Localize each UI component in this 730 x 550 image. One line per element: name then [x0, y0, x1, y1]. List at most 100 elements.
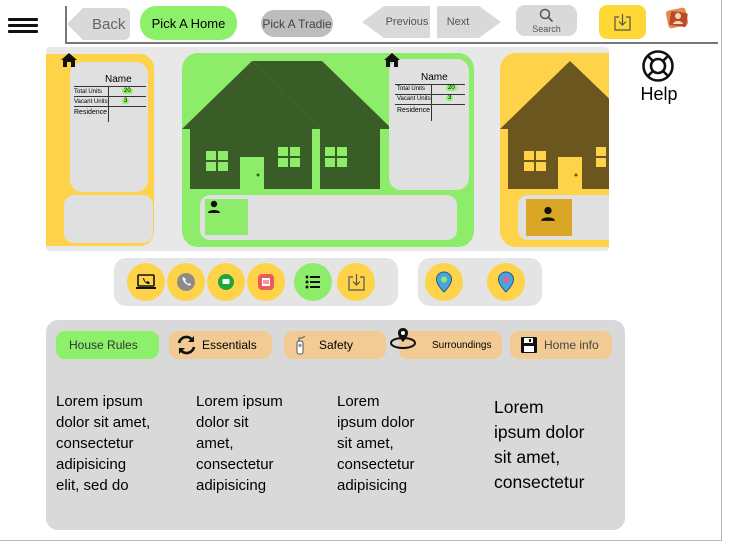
- agent-photo: [205, 199, 248, 235]
- previous-button[interactable]: Previous: [384, 6, 430, 38]
- back-button[interactable]: Back: [83, 8, 130, 40]
- vacant-units-value: 3: [446, 95, 454, 101]
- home-details-panel: Name Total Units 20 Vacant Units 3 Resid…: [70, 62, 148, 192]
- text-line: consectetur: [56, 435, 134, 452]
- text-line: adipisicing: [196, 477, 267, 494]
- calendar-icon: [258, 274, 274, 290]
- text-line: ipsum dolor: [494, 422, 585, 442]
- map-pin-icon: [390, 328, 416, 349]
- text-line: adipisicing: [337, 477, 408, 494]
- next-arrow-icon[interactable]: [479, 6, 501, 38]
- tab-surroundings[interactable]: Surroundings: [390, 328, 502, 359]
- content-column-2: Lorem ipsum dolor sit amet, consectetur …: [196, 391, 326, 496]
- vacant-units-label: Vacant Units: [74, 99, 108, 105]
- search-button[interactable]: Search: [516, 5, 577, 36]
- home-details-panel: Name Total Units 20 Vacant Units 3 Resid…: [389, 59, 469, 190]
- house-illustration: [182, 61, 392, 193]
- house-icon: [384, 53, 400, 67]
- vacant-units-value: 3: [122, 98, 130, 104]
- header-rule: [65, 42, 718, 44]
- text-line: Lorem ipsum: [56, 393, 143, 410]
- previous-arrow-icon[interactable]: [362, 6, 384, 38]
- text-line: consectetur: [337, 456, 415, 473]
- location-pin-icon: [497, 271, 515, 293]
- residence-label: Residence: [397, 107, 431, 114]
- content-column-3: Lorem ipsum dolor sit amet, consectetur …: [337, 391, 467, 496]
- phone-button[interactable]: [167, 263, 205, 301]
- back-button-label: Back: [92, 16, 126, 33]
- laptop-icon: [136, 274, 156, 289]
- home-card-right[interactable]: [500, 53, 609, 247]
- residence-label: Residence: [74, 109, 108, 116]
- nearby-button[interactable]: [487, 263, 525, 301]
- text-line: consectetur: [494, 472, 585, 492]
- home-card-left[interactable]: Name Total Units 20 Vacant Units 3 Resid…: [46, 54, 154, 246]
- pick-home-label: Pick A Home: [151, 15, 226, 31]
- contact-panel: [64, 195, 153, 243]
- tab-surroundings-label: Surroundings: [432, 339, 492, 351]
- total-units-label: Total Units: [74, 89, 103, 95]
- tab-essentials-label: Essentials: [202, 338, 257, 352]
- search-icon: [539, 8, 554, 23]
- chat-icon: [218, 274, 234, 290]
- person-icon: [208, 200, 220, 213]
- total-units-value: 20: [122, 88, 133, 94]
- location-pin-icon: [435, 271, 453, 293]
- contact-actions-bar: [114, 258, 398, 306]
- video-call-button[interactable]: [127, 263, 165, 301]
- download-icon: [347, 273, 365, 291]
- person-icon: [541, 206, 555, 221]
- text-line: elit, sed do: [56, 477, 129, 494]
- text-line: amet,: [196, 435, 234, 452]
- list-button[interactable]: [294, 263, 332, 301]
- contact-panel: [518, 195, 609, 240]
- tab-essentials[interactable]: Essentials: [169, 331, 272, 359]
- tab-house-rules-label: House Rules: [69, 338, 138, 352]
- next-button[interactable]: Next: [437, 6, 479, 38]
- home-name-label: Name: [421, 72, 448, 83]
- tab-home-info-label: Home info: [544, 338, 599, 352]
- content-column-1: Lorem ipsum dolor sit amet, consectetur …: [56, 391, 186, 496]
- profile-icon[interactable]: [664, 5, 692, 31]
- tab-home-info[interactable]: Home info: [510, 331, 612, 359]
- tab-house-rules[interactable]: House Rules: [56, 331, 159, 359]
- tab-safety[interactable]: Safety: [284, 331, 386, 359]
- house-illustration: [500, 61, 609, 193]
- text-line: Lorem ipsum: [196, 393, 283, 410]
- lifebuoy-icon: [642, 50, 674, 82]
- agent-photo: [526, 199, 572, 236]
- extinguisher-icon: [296, 335, 306, 355]
- text-line: sit amet,: [337, 435, 394, 452]
- pick-tradie-button[interactable]: Pick A Tradie: [261, 10, 333, 37]
- pick-tradie-label: Pick A Tradie: [262, 16, 332, 31]
- home-name-label: Name: [105, 74, 132, 85]
- vacant-units-label: Vacant Units: [397, 96, 431, 102]
- location-button[interactable]: [425, 263, 463, 301]
- download-icon: [614, 14, 631, 31]
- save-icon: [521, 337, 537, 353]
- help-label: Help: [640, 84, 678, 104]
- text-line: adipisicing: [56, 456, 127, 473]
- location-actions-bar: [418, 258, 542, 306]
- list-icon: [305, 275, 320, 289]
- home-carousel[interactable]: Name Total Units 20 Vacant Units 3 Resid…: [46, 47, 609, 251]
- info-panel: House Rules Essentials Safety Surroundin…: [46, 320, 625, 530]
- pick-home-button[interactable]: Pick A Home: [140, 6, 237, 40]
- text-line: Lorem: [337, 393, 380, 410]
- calendar-button[interactable]: [247, 263, 285, 301]
- total-units-value: 20: [446, 85, 457, 91]
- house-icon: [61, 53, 77, 67]
- text-line: consectetur: [196, 456, 274, 473]
- download-button[interactable]: [599, 5, 646, 39]
- back-arrow-icon[interactable]: [67, 8, 83, 40]
- home-card-center[interactable]: Name Total Units 20 Vacant Units 3 Resid…: [182, 53, 474, 247]
- chat-button[interactable]: [207, 263, 245, 301]
- text-line: sit amet,: [494, 447, 561, 467]
- help-button[interactable]: Help: [637, 49, 681, 107]
- total-units-label: Total Units: [397, 86, 426, 92]
- phone-icon: [177, 273, 195, 291]
- text-line: ipsum dolor: [337, 414, 415, 431]
- tab-safety-label: Safety: [319, 338, 354, 352]
- menu-icon[interactable]: [8, 18, 38, 34]
- download-button-secondary[interactable]: [337, 263, 375, 301]
